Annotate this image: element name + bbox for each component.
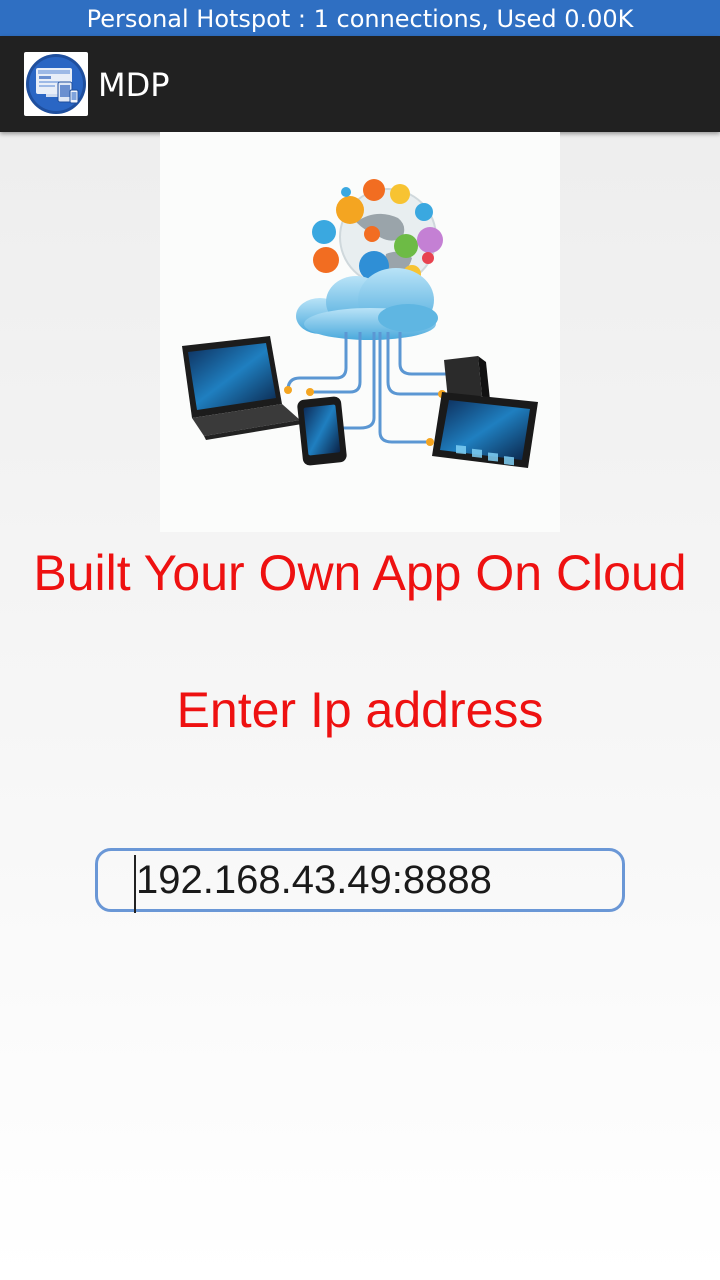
- status-bar: Personal Hotspot : 1 connections, Used 0…: [0, 0, 720, 36]
- app-bar: MDP: [0, 36, 720, 132]
- ip-address-prompt: Enter Ip address: [176, 682, 544, 738]
- ip-address-input[interactable]: [95, 848, 625, 912]
- responsive-devices-logo-icon: [24, 52, 88, 116]
- status-bar-text: Personal Hotspot : 1 connections, Used 0…: [86, 5, 634, 33]
- text-cursor: [134, 855, 136, 913]
- headline: Built Your Own App On Cloud: [33, 545, 687, 601]
- app-title: MDP: [98, 66, 170, 104]
- cloud-devices-illustration-icon: [160, 132, 560, 532]
